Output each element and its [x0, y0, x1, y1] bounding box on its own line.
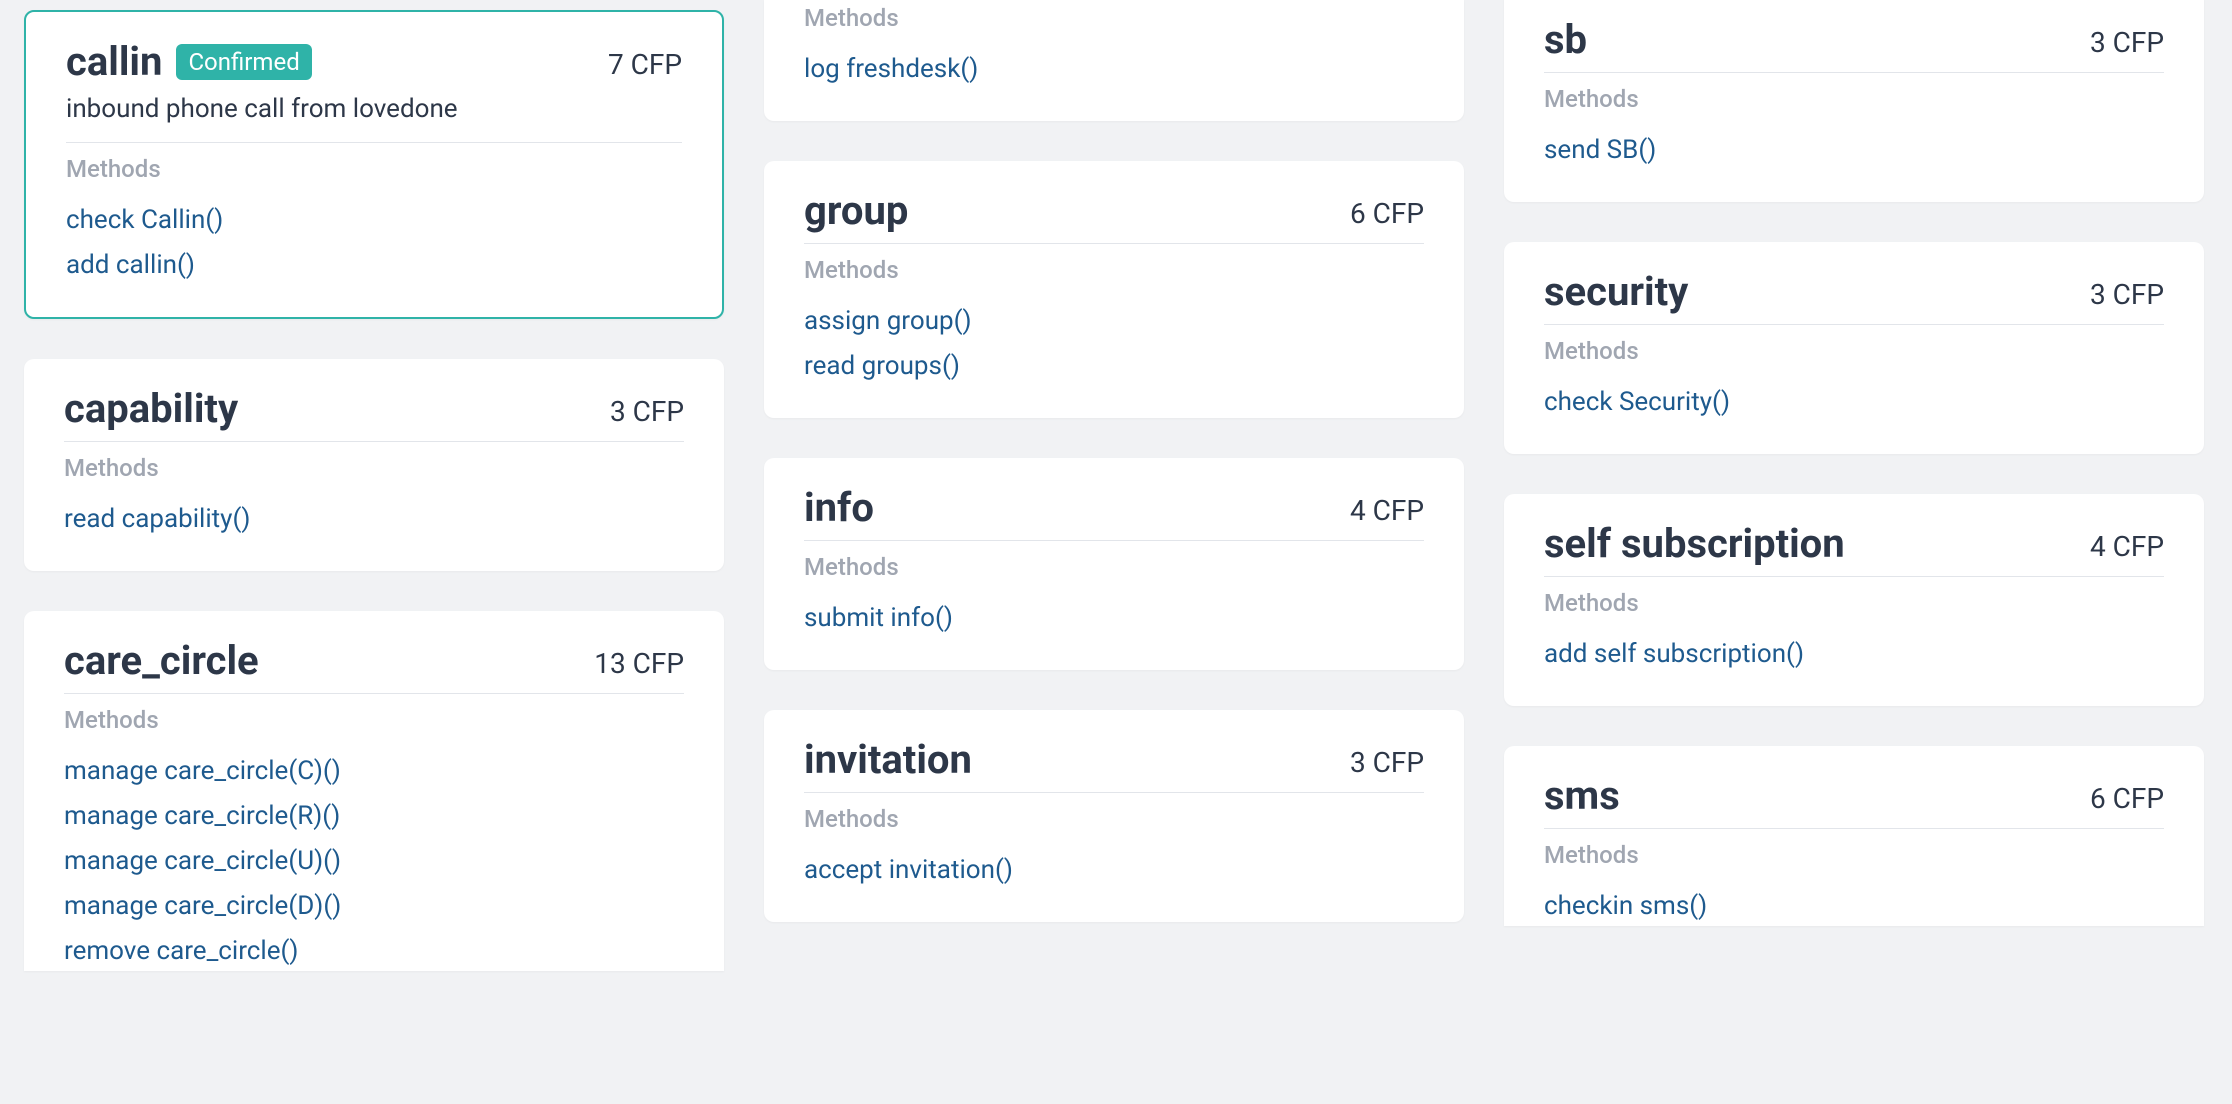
methods-label: Methods: [804, 805, 1424, 833]
divider: [1544, 828, 2164, 829]
card-header: sms 6 CFP: [1544, 774, 2164, 818]
method-link[interactable]: send SB(): [1544, 131, 2164, 170]
cfp-count: 3 CFP: [610, 395, 684, 428]
method-link[interactable]: read groups(): [804, 347, 1424, 386]
method-link[interactable]: accept invitation(): [804, 851, 1424, 890]
card-title: capability: [64, 387, 238, 431]
method-link[interactable]: manage care_circle(C)(): [64, 752, 684, 791]
divider: [66, 142, 682, 143]
card-info[interactable]: info 4 CFP Methods submit info(): [764, 458, 1464, 670]
method-link[interactable]: assign group(): [804, 302, 1424, 341]
column-1: callin Confirmed 7 CFP inbound phone cal…: [24, 10, 724, 971]
cfp-count: 4 CFP: [1350, 494, 1424, 527]
card-callin[interactable]: callin Confirmed 7 CFP inbound phone cal…: [24, 10, 724, 319]
method-link[interactable]: remove care_circle(): [64, 932, 684, 971]
card-header: callin Confirmed 7 CFP: [66, 40, 682, 84]
card-freshdesk[interactable]: Methods log freshdesk(): [764, 0, 1464, 121]
method-link[interactable]: check Security(): [1544, 383, 2164, 422]
method-link[interactable]: submit info(): [804, 599, 1424, 638]
methods-label: Methods: [1544, 841, 2164, 869]
card-group[interactable]: group 6 CFP Methods assign group() read …: [764, 161, 1464, 418]
card-header: info 4 CFP: [804, 486, 1424, 530]
card-title: sb: [1544, 18, 1587, 62]
methods-list: assign group() read groups(): [804, 302, 1424, 386]
card-sb[interactable]: sb 3 CFP Methods send SB(): [1504, 0, 2204, 202]
methods-label: Methods: [1544, 589, 2164, 617]
method-link[interactable]: read capability(): [64, 500, 684, 539]
method-link[interactable]: checkin sms(): [1544, 887, 2164, 926]
title-wrap: callin Confirmed: [66, 40, 312, 84]
methods-list: check Security(): [1544, 383, 2164, 422]
divider: [1544, 72, 2164, 73]
card-title: self subscription: [1544, 522, 1845, 566]
card-header: sb 3 CFP: [1544, 18, 2164, 62]
methods-list: send SB(): [1544, 131, 2164, 170]
method-link[interactable]: manage care_circle(D)(): [64, 887, 684, 926]
card-care-circle[interactable]: care_circle 13 CFP Methods manage care_c…: [24, 611, 724, 971]
card-security[interactable]: security 3 CFP Methods check Security(): [1504, 242, 2204, 454]
cfp-count: 7 CFP: [608, 48, 682, 81]
card-invitation[interactable]: invitation 3 CFP Methods accept invitati…: [764, 710, 1464, 922]
card-header: invitation 3 CFP: [804, 738, 1424, 782]
cfp-count: 3 CFP: [1350, 746, 1424, 779]
method-link[interactable]: manage care_circle(R)(): [64, 797, 684, 836]
card-title: group: [804, 189, 908, 233]
status-badge: Confirmed: [176, 44, 311, 80]
card-header: self subscription 4 CFP: [1544, 522, 2164, 566]
methods-label: Methods: [804, 4, 1424, 32]
methods-list: add self subscription(): [1544, 635, 2164, 674]
card-header: group 6 CFP: [804, 189, 1424, 233]
method-link[interactable]: manage care_circle(U)(): [64, 842, 684, 881]
column-3: sb 3 CFP Methods send SB() security 3 CF…: [1504, 0, 2204, 971]
cfp-count: 3 CFP: [2090, 278, 2164, 311]
divider: [64, 441, 684, 442]
method-link[interactable]: add callin(): [66, 246, 682, 285]
card-capability[interactable]: capability 3 CFP Methods read capability…: [24, 359, 724, 571]
divider: [1544, 324, 2164, 325]
card-header: security 3 CFP: [1544, 270, 2164, 314]
cfp-count: 4 CFP: [2090, 530, 2164, 563]
methods-label: Methods: [64, 454, 684, 482]
cfp-count: 6 CFP: [1350, 197, 1424, 230]
cfp-count: 13 CFP: [594, 647, 684, 680]
methods-label: Methods: [64, 706, 684, 734]
methods-label: Methods: [66, 155, 682, 183]
methods-list: checkin sms(): [1544, 887, 2164, 926]
methods-list: read capability(): [64, 500, 684, 539]
card-title: care_circle: [64, 639, 259, 683]
methods-label: Methods: [1544, 85, 2164, 113]
methods-label: Methods: [804, 256, 1424, 284]
card-title: security: [1544, 270, 1688, 314]
methods-list: submit info(): [804, 599, 1424, 638]
card-sms[interactable]: sms 6 CFP Methods checkin sms(): [1504, 746, 2204, 926]
methods-list: manage care_circle(C)() manage care_circ…: [64, 752, 684, 971]
card-description: inbound phone call from lovedone: [66, 94, 682, 124]
card-title: callin: [66, 40, 162, 84]
cfp-count: 3 CFP: [2090, 26, 2164, 59]
cfp-count: 6 CFP: [2090, 782, 2164, 815]
methods-label: Methods: [804, 553, 1424, 581]
methods-list: check Callin() add callin(): [66, 201, 682, 285]
methods-list: log freshdesk(): [804, 50, 1424, 89]
card-self-subscription[interactable]: self subscription 4 CFP Methods add self…: [1504, 494, 2204, 706]
divider: [804, 243, 1424, 244]
cards-grid: callin Confirmed 7 CFP inbound phone cal…: [0, 0, 2232, 981]
divider: [64, 693, 684, 694]
divider: [804, 540, 1424, 541]
method-link[interactable]: check Callin(): [66, 201, 682, 240]
card-title: info: [804, 486, 874, 530]
card-title: invitation: [804, 738, 972, 782]
methods-list: accept invitation(): [804, 851, 1424, 890]
card-title: sms: [1544, 774, 1620, 818]
method-link[interactable]: log freshdesk(): [804, 50, 1424, 89]
methods-label: Methods: [1544, 337, 2164, 365]
method-link[interactable]: add self subscription(): [1544, 635, 2164, 674]
column-2: Methods log freshdesk() group 6 CFP Meth…: [764, 0, 1464, 971]
card-header: capability 3 CFP: [64, 387, 684, 431]
divider: [804, 792, 1424, 793]
divider: [1544, 576, 2164, 577]
card-header: care_circle 13 CFP: [64, 639, 684, 683]
